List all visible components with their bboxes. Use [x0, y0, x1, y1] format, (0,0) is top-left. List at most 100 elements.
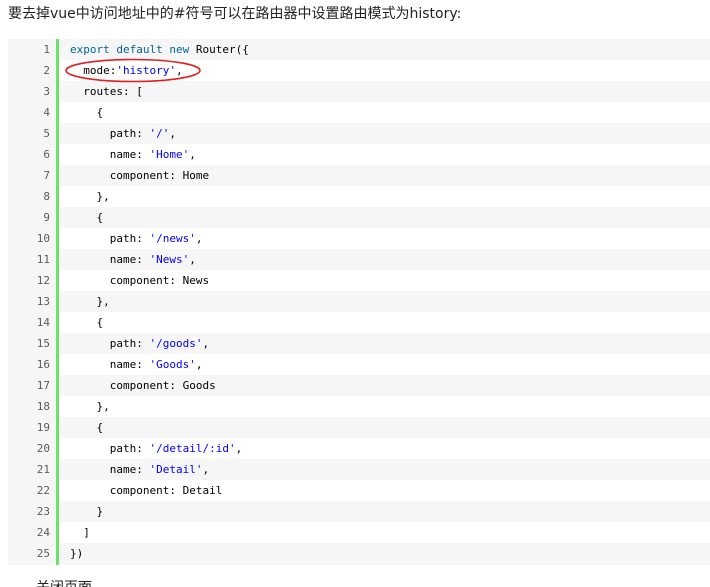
- line-number: 4: [43, 106, 50, 119]
- code-token: ,: [175, 64, 183, 77]
- code-token: ,: [202, 463, 210, 476]
- code-string: '/news': [149, 232, 196, 245]
- line-number: 10: [36, 232, 50, 245]
- code-line: 21 name: 'Detail',: [8, 459, 710, 480]
- code-token: ,: [169, 127, 176, 140]
- code-token: component: Detail: [70, 484, 223, 497]
- code-line: 15 path: '/goods',: [8, 333, 710, 354]
- code-text: {: [70, 312, 103, 333]
- code-token: routes: [: [70, 85, 143, 98]
- code-token: }): [70, 547, 84, 560]
- footer-paragraph: 关闭页面: [36, 578, 92, 587]
- line-number: 16: [36, 358, 50, 371]
- line-number: 20: [36, 442, 50, 455]
- code-text: },: [70, 396, 109, 417]
- code-text: name: 'Goods',: [70, 354, 203, 375]
- line-number: 25: [36, 547, 50, 560]
- code-line: 3 routes: [: [8, 81, 710, 102]
- code-line: 16 name: 'Goods',: [8, 354, 710, 375]
- intro-paragraph: 要去掉vue中访问地址中的#符号可以在路由器中设置路由模式为history:: [8, 6, 462, 22]
- code-text: routes: [: [70, 81, 143, 102]
- line-number: 19: [36, 421, 50, 434]
- code-text: {: [70, 207, 103, 228]
- code-text: component: Detail: [70, 480, 223, 501]
- code-token: ,: [195, 232, 203, 245]
- code-token: {: [70, 106, 104, 119]
- code-token: component: Home: [70, 169, 210, 182]
- code-text: {: [70, 417, 103, 438]
- code-text: ]: [70, 522, 90, 543]
- line-number: 1: [43, 43, 50, 56]
- code-text: path: '/',: [70, 123, 176, 144]
- code-token: ]: [70, 526, 90, 539]
- code-line: 10 path: '/news',: [8, 228, 710, 249]
- code-token: path:: [70, 442, 150, 455]
- code-token: ,: [189, 253, 196, 266]
- code-string: '/goods': [149, 337, 203, 350]
- code-token: ,: [189, 148, 196, 161]
- code-text: path: '/goods',: [70, 333, 209, 354]
- line-number: 7: [43, 169, 50, 182]
- code-text: component: Home: [70, 165, 209, 186]
- code-token: {: [70, 211, 104, 224]
- code-line: 24 ]: [8, 522, 710, 543]
- line-number: 8: [43, 190, 50, 203]
- code-keyword: export default new: [70, 43, 190, 56]
- code-line: 2 mode:'history',: [8, 60, 710, 81]
- code-line: 11 name: 'News',: [8, 249, 710, 270]
- code-text: export default new Router({: [70, 39, 249, 60]
- code-string: 'News': [149, 253, 190, 266]
- code-token: Router({: [189, 43, 249, 56]
- code-token: component: News: [70, 274, 210, 287]
- line-number: 11: [36, 253, 50, 266]
- code-token: },: [70, 295, 110, 308]
- code-line: 14 {: [8, 312, 710, 333]
- code-token: path:: [70, 337, 150, 350]
- code-token: component: Goods: [70, 379, 216, 392]
- code-line: 9 {: [8, 207, 710, 228]
- code-token: ,: [235, 442, 243, 455]
- code-text: name: 'Detail',: [70, 459, 209, 480]
- code-text: name: 'News',: [70, 249, 196, 270]
- code-line: 20 path: '/detail/:id',: [8, 438, 710, 459]
- code-line: 5 path: '/',: [8, 123, 710, 144]
- code-line: 4 {: [8, 102, 710, 123]
- line-number: 14: [36, 316, 50, 329]
- code-token: ,: [195, 358, 203, 371]
- code-line: 7 component: Home: [8, 165, 710, 186]
- code-token: path:: [70, 232, 150, 245]
- code-block: 1 export default new Router({2 mode:'hist…: [8, 39, 710, 565]
- line-number: 2: [43, 64, 50, 77]
- line-number: 17: [36, 379, 50, 392]
- code-text: },: [70, 291, 110, 312]
- code-line: 18 },: [8, 396, 710, 417]
- code-text: component: News: [70, 270, 209, 291]
- line-number: 9: [43, 211, 50, 224]
- code-line: 8 },: [8, 186, 710, 207]
- code-text: path: '/news',: [70, 228, 203, 249]
- code-string: 'history': [116, 64, 176, 77]
- line-number: 3: [43, 85, 50, 98]
- line-number: 5: [43, 127, 50, 140]
- code-text: mode:'history',: [70, 60, 183, 81]
- code-text: }): [70, 543, 83, 564]
- line-number: 6: [43, 148, 50, 161]
- line-number: 22: [36, 484, 50, 497]
- code-line: 19 {: [8, 417, 710, 438]
- code-text: path: '/detail/:id',: [70, 438, 242, 459]
- code-text: {: [70, 102, 103, 123]
- code-token: name:: [70, 148, 150, 161]
- code-text: }: [70, 501, 103, 522]
- line-number: 13: [36, 295, 50, 308]
- code-line: 17 component: Goods: [8, 375, 710, 396]
- code-line: 6 name: 'Home',: [8, 144, 710, 165]
- code-token: name:: [70, 358, 150, 371]
- line-number: 23: [36, 505, 50, 518]
- code-token: {: [70, 316, 104, 329]
- code-string: 'Home': [149, 148, 190, 161]
- line-number: 18: [36, 400, 50, 413]
- code-string: 'Goods': [149, 358, 196, 371]
- code-line: 22 component: Detail: [8, 480, 710, 501]
- code-string: '/detail/:id': [149, 442, 236, 455]
- code-line: 23 }: [8, 501, 710, 522]
